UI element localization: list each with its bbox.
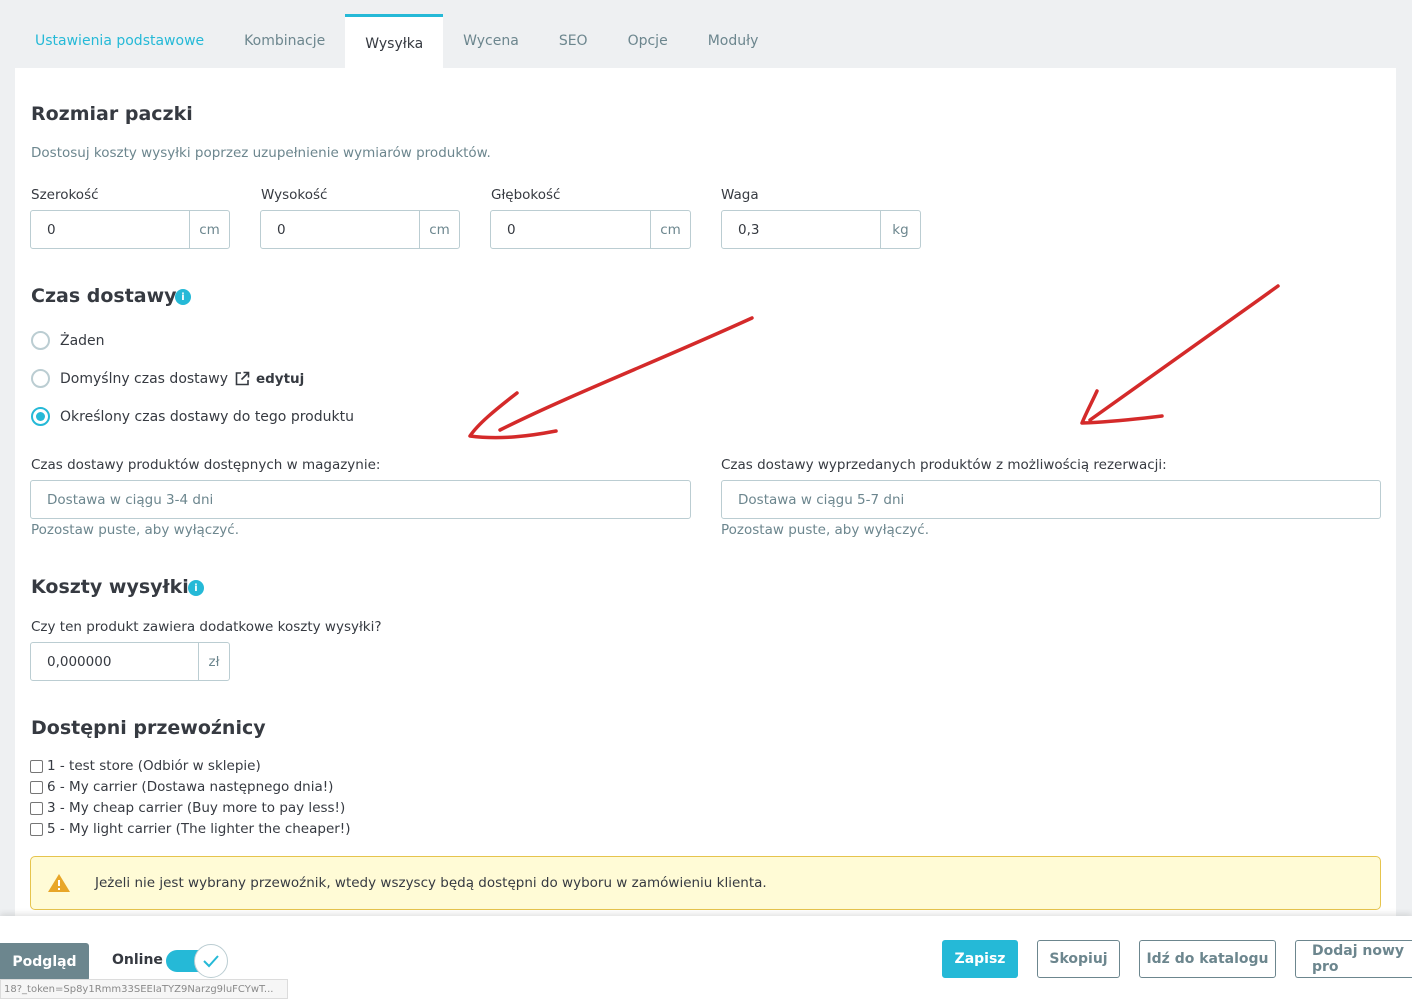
height-label: Wysokość (261, 187, 328, 203)
weight-input-group: 0,3 kg (721, 210, 921, 249)
radio-label: Domyślny czas dostawy (60, 370, 228, 387)
go-to-catalog-button[interactable]: Idź do katalogu (1139, 940, 1276, 978)
carrier-checkbox[interactable] (30, 780, 43, 794)
info-icon[interactable]: i (188, 580, 204, 596)
radio-option-specific[interactable]: Określony czas dostawy do tego produktu (31, 407, 354, 426)
tab-pricing[interactable]: Wycena (443, 14, 539, 68)
edit-label: edytuj (255, 370, 305, 387)
online-label: Online (112, 952, 163, 968)
shipping-costs-title: Koszty wysyłki (31, 576, 189, 598)
width-input[interactable]: 0 (31, 211, 189, 248)
width-unit: cm (189, 211, 229, 248)
radio-label: Określony czas dostawy do tego produktu (60, 408, 354, 425)
depth-input-group: 0 cm (490, 210, 691, 249)
warning-icon (47, 873, 71, 893)
shipping-costs-question: Czy ten produkt zawiera dodatkowe koszty… (31, 619, 382, 635)
depth-input[interactable]: 0 (491, 211, 650, 248)
in-stock-delivery-label: Czas dostawy produktów dostępnych w maga… (31, 457, 381, 473)
warning-text: Jeżeli nie jest wybrany przewoźnik, wted… (95, 875, 767, 891)
height-unit: cm (419, 211, 459, 248)
tab-combinations[interactable]: Kombinacje (224, 14, 345, 68)
radio-circle[interactable] (31, 369, 50, 388)
shipping-cost-input[interactable]: 0,000000 (31, 643, 198, 680)
depth-unit: cm (650, 211, 690, 248)
weight-label: Waga (721, 187, 759, 203)
carrier-checkbox[interactable] (30, 822, 43, 836)
tab-options[interactable]: Opcje (608, 14, 688, 68)
delivery-time-title: Czas dostawy (31, 285, 177, 307)
carrier-checkbox-row[interactable]: 5 - My light carrier (The lighter the ch… (30, 821, 350, 837)
save-button[interactable]: Zapisz (942, 940, 1018, 978)
height-input-group: 0 cm (260, 210, 460, 249)
radio-label: Żaden (60, 332, 105, 349)
carrier-label: 3 - My cheap carrier (Buy more to pay le… (47, 800, 346, 816)
radio-option-none[interactable]: Żaden (31, 331, 105, 350)
carrier-checkbox[interactable] (30, 759, 43, 773)
tab-modules[interactable]: Moduły (688, 14, 779, 68)
out-of-stock-hint: Pozostaw puste, aby wyłączyć. (721, 522, 930, 538)
carrier-label: 6 - My carrier (Dostawa następnego dnia!… (47, 779, 334, 795)
weight-input[interactable]: 0,3 (722, 211, 880, 248)
shipping-panel: Rozmiar paczki Dostosuj koszty wysyłki p… (15, 68, 1396, 928)
carrier-warning-alert: Jeżeli nie jest wybrany przewoźnik, wted… (30, 856, 1381, 910)
out-of-stock-delivery-label: Czas dostawy wyprzedanych produktów z mo… (721, 457, 1167, 473)
tab-shipping[interactable]: Wysyłka (345, 14, 444, 68)
check-icon (203, 955, 219, 968)
height-input[interactable]: 0 (261, 211, 419, 248)
package-size-title: Rozmiar paczki (31, 103, 193, 125)
currency-unit: zł (198, 643, 229, 680)
carrier-label: 5 - My light carrier (The lighter the ch… (47, 821, 351, 837)
carrier-checkbox-row[interactable]: 1 - test store (Odbiór w sklepie) (30, 758, 261, 774)
external-link-icon (235, 371, 250, 385)
duplicate-button[interactable]: Skopiuj (1037, 940, 1120, 978)
width-label: Szerokość (31, 187, 99, 203)
carrier-checkbox-row[interactable]: 3 - My cheap carrier (Buy more to pay le… (30, 800, 345, 816)
edit-delivery-link[interactable]: edytuj (234, 371, 304, 387)
online-toggle[interactable] (166, 944, 228, 978)
carrier-checkbox-row[interactable]: 6 - My carrier (Dostawa następnego dnia!… (30, 779, 333, 795)
add-new-product-button[interactable]: Dodaj nowy pro (1295, 940, 1412, 978)
weight-unit: kg (880, 211, 920, 248)
tab-basic-settings[interactable]: Ustawienia podstawowe (15, 14, 224, 68)
toggle-knob[interactable] (194, 944, 228, 978)
package-description: Dostosuj koszty wysyłki poprzez uzupełni… (31, 145, 491, 161)
preview-button[interactable]: Podgląd (0, 943, 89, 981)
width-input-group: 0 cm (30, 210, 230, 249)
carrier-checkbox[interactable] (30, 801, 43, 815)
tab-seo[interactable]: SEO (539, 14, 608, 68)
info-icon[interactable]: i (175, 289, 191, 305)
depth-label: Głębokość (491, 187, 561, 203)
status-url-bar: 18?_token=Sp8y1Rmm33SEEIaTYZ9Narzg9luFCY… (0, 979, 288, 999)
shipping-cost-input-group: 0,000000 zł (30, 642, 230, 681)
tab-bar: Ustawienia podstawowe Kombinacje Wysyłka… (15, 14, 778, 68)
carrier-label: 1 - test store (Odbiór w sklepie) (47, 758, 261, 774)
in-stock-hint: Pozostaw puste, aby wyłączyć. (31, 522, 240, 538)
carriers-title: Dostępni przewoźnicy (31, 717, 266, 739)
radio-circle-selected[interactable] (31, 407, 50, 426)
in-stock-delivery-input[interactable]: Dostawa w ciągu 3-4 dni (30, 480, 691, 519)
out-of-stock-delivery-input[interactable]: Dostawa w ciągu 5-7 dni (721, 480, 1381, 519)
radio-circle[interactable] (31, 331, 50, 350)
radio-option-default[interactable]: Domyślny czas dostawy edytuj (31, 369, 304, 388)
